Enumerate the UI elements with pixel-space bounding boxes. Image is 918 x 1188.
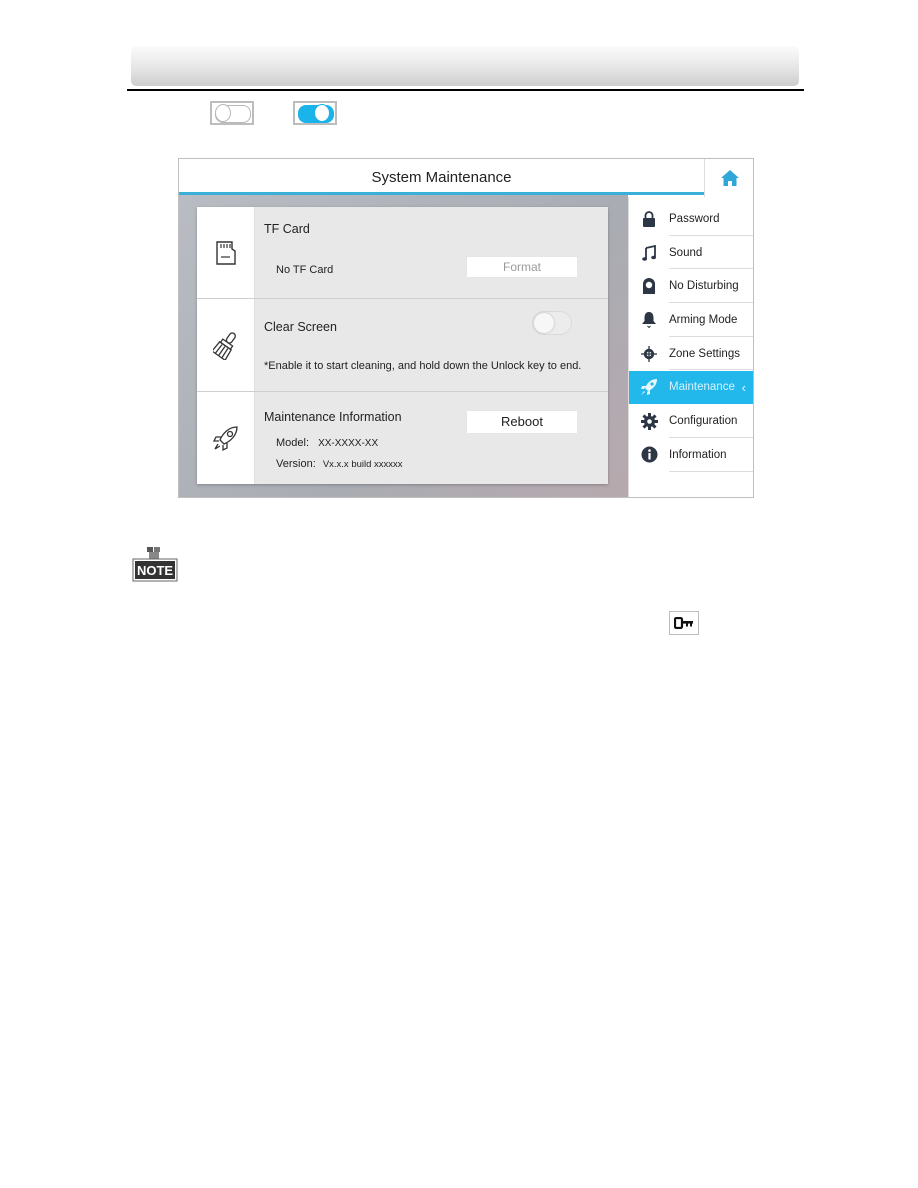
clear-screen-toggle[interactable] (532, 311, 572, 335)
sidebar-item-label: Password (669, 212, 720, 225)
note-icon: NOTE (132, 545, 180, 585)
sidebar-item-label: No Disturbing (669, 280, 739, 293)
page-title: System Maintenance (371, 169, 512, 186)
title-bar: System Maintenance (179, 159, 704, 195)
tf-card-title: TF Card (264, 222, 310, 236)
sidebar-item-label: Configuration (669, 415, 738, 428)
page-header-bar (131, 46, 799, 86)
reboot-button[interactable]: Reboot (466, 410, 578, 434)
sidebar-item-label: Zone Settings (669, 347, 740, 360)
toggle-off-icon (210, 101, 254, 125)
rocket-icon (641, 379, 657, 396)
sidebar-item-password[interactable]: Password (629, 202, 753, 236)
clear-screen-row: Clear Screen *Enable it to start cleanin… (197, 299, 608, 392)
settings-card: TF Card No TF Card Format Clear Screen *… (197, 207, 608, 484)
clear-screen-title: Clear Screen (264, 320, 337, 334)
content-area: TF Card No TF Card Format Clear Screen *… (179, 195, 628, 497)
device-screenshot: System Maintenance TF Card No TF Card Fo… (178, 158, 754, 498)
model-label: Model: (276, 437, 310, 449)
target-icon (641, 345, 657, 362)
version-label: Version: (276, 458, 316, 470)
chevron-left-icon: ‹ (741, 379, 746, 395)
sidebar-item-sound[interactable]: Sound (629, 236, 753, 270)
sidebar-item-configuration[interactable]: Configuration (629, 404, 753, 438)
tf-card-icon (215, 240, 236, 265)
sidebar-item-label: Sound (669, 246, 703, 259)
settings-sidebar: Password Sound No Disturbing Arming Mode… (628, 197, 753, 497)
sidebar-item-zone-settings[interactable]: Zone Settings (629, 337, 753, 371)
bell-icon (642, 312, 656, 329)
lock-icon (643, 210, 655, 227)
music-note-icon (642, 244, 656, 261)
tf-card-row: TF Card No TF Card Format (197, 207, 608, 299)
brush-icon (212, 332, 236, 360)
format-button[interactable]: Format (466, 256, 578, 278)
sidebar-item-label: Maintenance (669, 381, 735, 394)
note-label: NOTE (137, 563, 173, 578)
sidebar-item-no-disturbing[interactable]: No Disturbing (629, 269, 753, 304)
no-disturb-icon (643, 277, 655, 294)
sidebar-item-arming-mode[interactable]: Arming Mode (629, 303, 753, 337)
model-row: Model: XX-XXXX-XX (276, 437, 378, 449)
version-row: Version: Vx.x.x build xxxxxx (276, 458, 403, 470)
sidebar-item-information[interactable]: Information (629, 438, 753, 472)
toggle-on-icon (293, 101, 337, 125)
maintenance-info-title: Maintenance Information (264, 410, 402, 424)
header-rule (127, 89, 804, 91)
maintenance-info-row: Maintenance Information Reboot Model: XX… (197, 392, 608, 484)
home-button[interactable] (704, 159, 753, 197)
key-icon (669, 611, 699, 635)
clear-screen-hint: *Enable it to start cleaning, and hold d… (264, 360, 582, 372)
sidebar-item-maintenance[interactable]: Maintenance ‹ (629, 370, 753, 405)
gear-icon (640, 412, 658, 430)
tf-card-status: No TF Card (276, 264, 334, 276)
sidebar-item-label: Arming Mode (669, 313, 738, 326)
info-icon (641, 446, 657, 463)
home-icon (720, 170, 739, 186)
model-value: XX-XXXX-XX (318, 438, 379, 449)
rocket-icon (212, 426, 238, 452)
version-value: Vx.x.x build xxxxxx (322, 459, 403, 470)
sidebar-item-label: Information (669, 448, 727, 461)
